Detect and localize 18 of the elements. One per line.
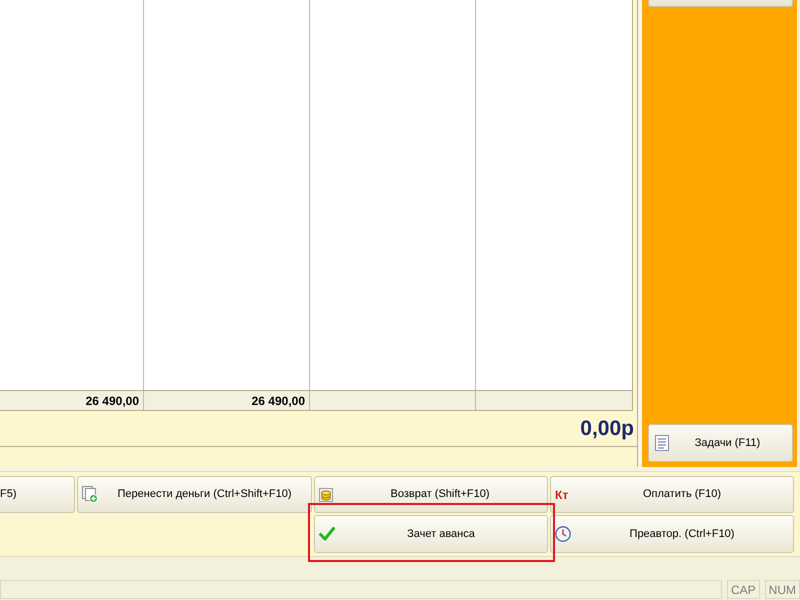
- action-button[interactable]: Кт Оплатить (F10): [550, 476, 794, 513]
- total-value: 26 490,00: [252, 392, 305, 410]
- status-indicator: CAP: [726, 580, 760, 599]
- action-button[interactable]: Перенести деньги (Ctrl+Shift+F10): [77, 476, 312, 513]
- credit-label: Кт: [555, 486, 570, 504]
- total-amount: 0,00р: [580, 418, 634, 439]
- action-button[interactable]: F5): [0, 476, 75, 513]
- clock-icon: [555, 526, 571, 542]
- status-indicator: NUM: [764, 580, 800, 599]
- coins-icon: [319, 488, 333, 502]
- checkmark-icon: [319, 527, 335, 541]
- document-icon: [655, 435, 669, 451]
- tasks-button[interactable]: Задачи (F11): [648, 424, 793, 462]
- total-value: 26 490,00: [86, 392, 139, 410]
- action-button[interactable]: Возврат (Shift+F10): [314, 476, 548, 513]
- action-button[interactable]: Зачет аванса: [314, 515, 548, 553]
- action-button[interactable]: Преавтор. (Ctrl+F10): [550, 515, 794, 553]
- documents-plus-icon: [82, 486, 98, 503]
